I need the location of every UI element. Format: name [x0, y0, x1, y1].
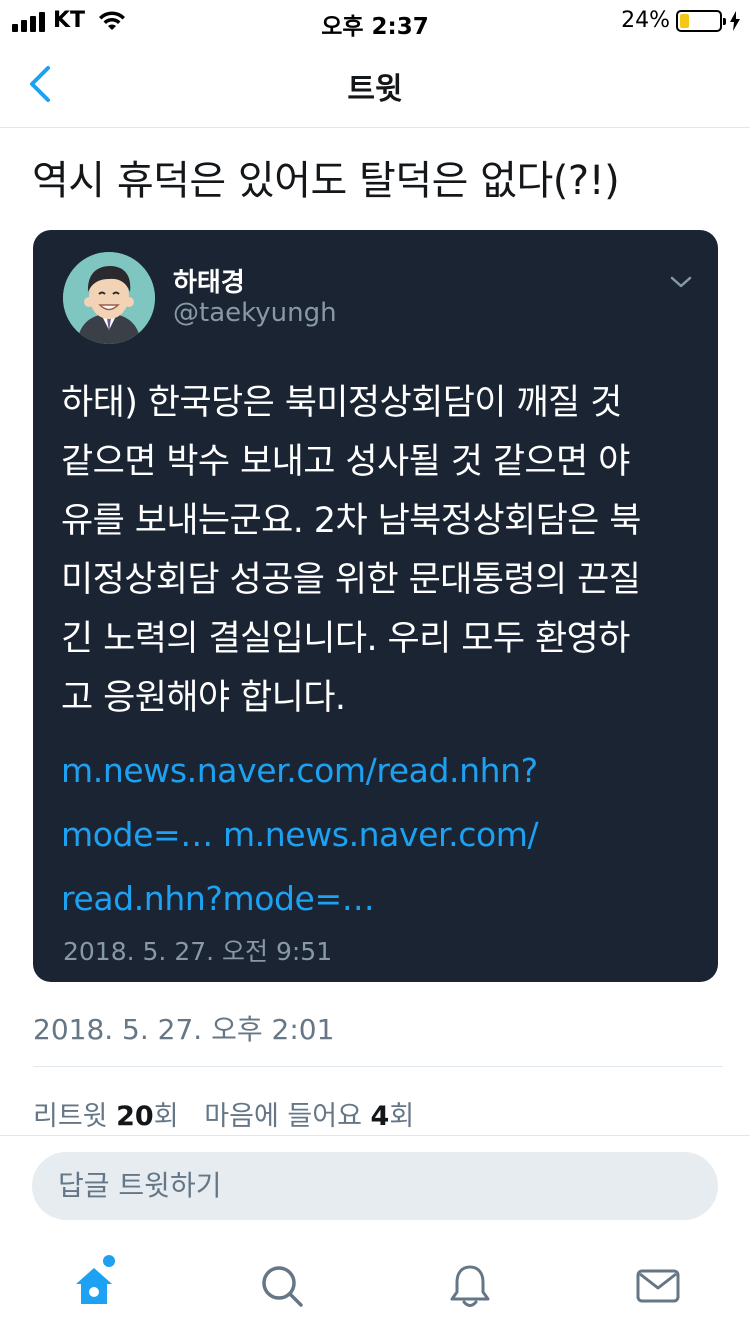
battery-level	[680, 13, 690, 28]
divider	[0, 1135, 750, 1136]
retweet-label: 리트윗	[33, 1101, 108, 1132]
reply-input[interactable]: 답글 트윗하기	[32, 1152, 718, 1220]
tab-bar	[0, 1236, 750, 1334]
likes-label: 마음에 들어요	[204, 1101, 362, 1132]
charging-icon	[730, 10, 740, 31]
quoted-tweet-links: m.news.naver.com/read.nhn? mode=… m.news…	[61, 739, 539, 931]
search-icon[interactable]	[258, 1262, 306, 1310]
quoted-author-handle[interactable]: @taekyungh	[173, 298, 337, 328]
nav-bar: 트윗	[0, 40, 750, 128]
retweet-unit: 회	[153, 1101, 179, 1132]
avatar-illustration	[63, 252, 155, 344]
quoted-body-line: 고 응원해야 합니다.	[61, 678, 346, 718]
quoted-author-name[interactable]: 하태경	[173, 262, 245, 299]
quoted-body-line: 같으면 박수 보내고 성사될 것 같으면 야	[61, 442, 630, 482]
quoted-tweet-timestamp: 2018. 5. 27. 오전 9:51	[63, 937, 333, 966]
retweet-stat[interactable]: 리트윗 20회	[33, 1101, 179, 1132]
quoted-body-line: 유를 보내는군요. 2차 남북정상회담은 북	[61, 501, 642, 541]
avatar[interactable]	[63, 252, 155, 344]
tweet-timestamp: 2018. 5. 27. 오후 2:01	[33, 1013, 335, 1046]
battery-percent: 24%	[621, 8, 670, 33]
home-icon[interactable]	[70, 1262, 118, 1310]
quoted-body-line: 하태) 한국당은 북미정상회담이 깨질 것	[61, 383, 622, 423]
likes-unit: 회	[389, 1101, 415, 1132]
status-right: 24%	[621, 8, 740, 33]
status-bar: KT 오후 2:37 24%	[0, 0, 750, 40]
likes-count: 4	[370, 1101, 390, 1132]
news-link-2[interactable]: m.news.naver.com/	[223, 815, 539, 854]
mail-icon[interactable]	[634, 1262, 682, 1310]
quoted-tweet-card[interactable]: 하태경 @taekyungh 하태) 한국당은 북미정상회담이 깨질 것 같으면…	[33, 230, 718, 982]
quoted-tweet-body: 하태) 한국당은 북미정상회담이 깨질 것 같으면 박수 보내고 성사될 것 같…	[61, 374, 701, 728]
bell-icon[interactable]	[446, 1262, 494, 1310]
retweet-count: 20	[116, 1101, 154, 1132]
battery-icon	[676, 9, 726, 32]
likes-stat[interactable]: 마음에 들어요 4회	[204, 1101, 414, 1132]
quoted-body-line: 긴 노력의 결실입니다. 우리 모두 환영하	[61, 619, 630, 659]
quoted-body-line: 미정상회담 성공을 위한 문대통령의 끈질	[61, 560, 641, 600]
new-content-dot	[103, 1255, 115, 1267]
divider	[33, 1066, 723, 1067]
tweet-stats: 리트윗 20회 마음에 들어요 4회	[33, 1094, 414, 1133]
news-link-1[interactable]: m.news.naver.com/read.nhn?	[61, 751, 538, 790]
tweet-text: 역시 휴덕은 있어도 탈덕은 없다(?!)	[32, 158, 620, 204]
news-link-2-end[interactable]: read.nhn?mode=…	[61, 879, 375, 918]
page-title: 트윗	[347, 72, 403, 107]
chevron-down-icon[interactable]	[666, 272, 696, 292]
news-link-1-end[interactable]: mode=…	[61, 815, 213, 854]
